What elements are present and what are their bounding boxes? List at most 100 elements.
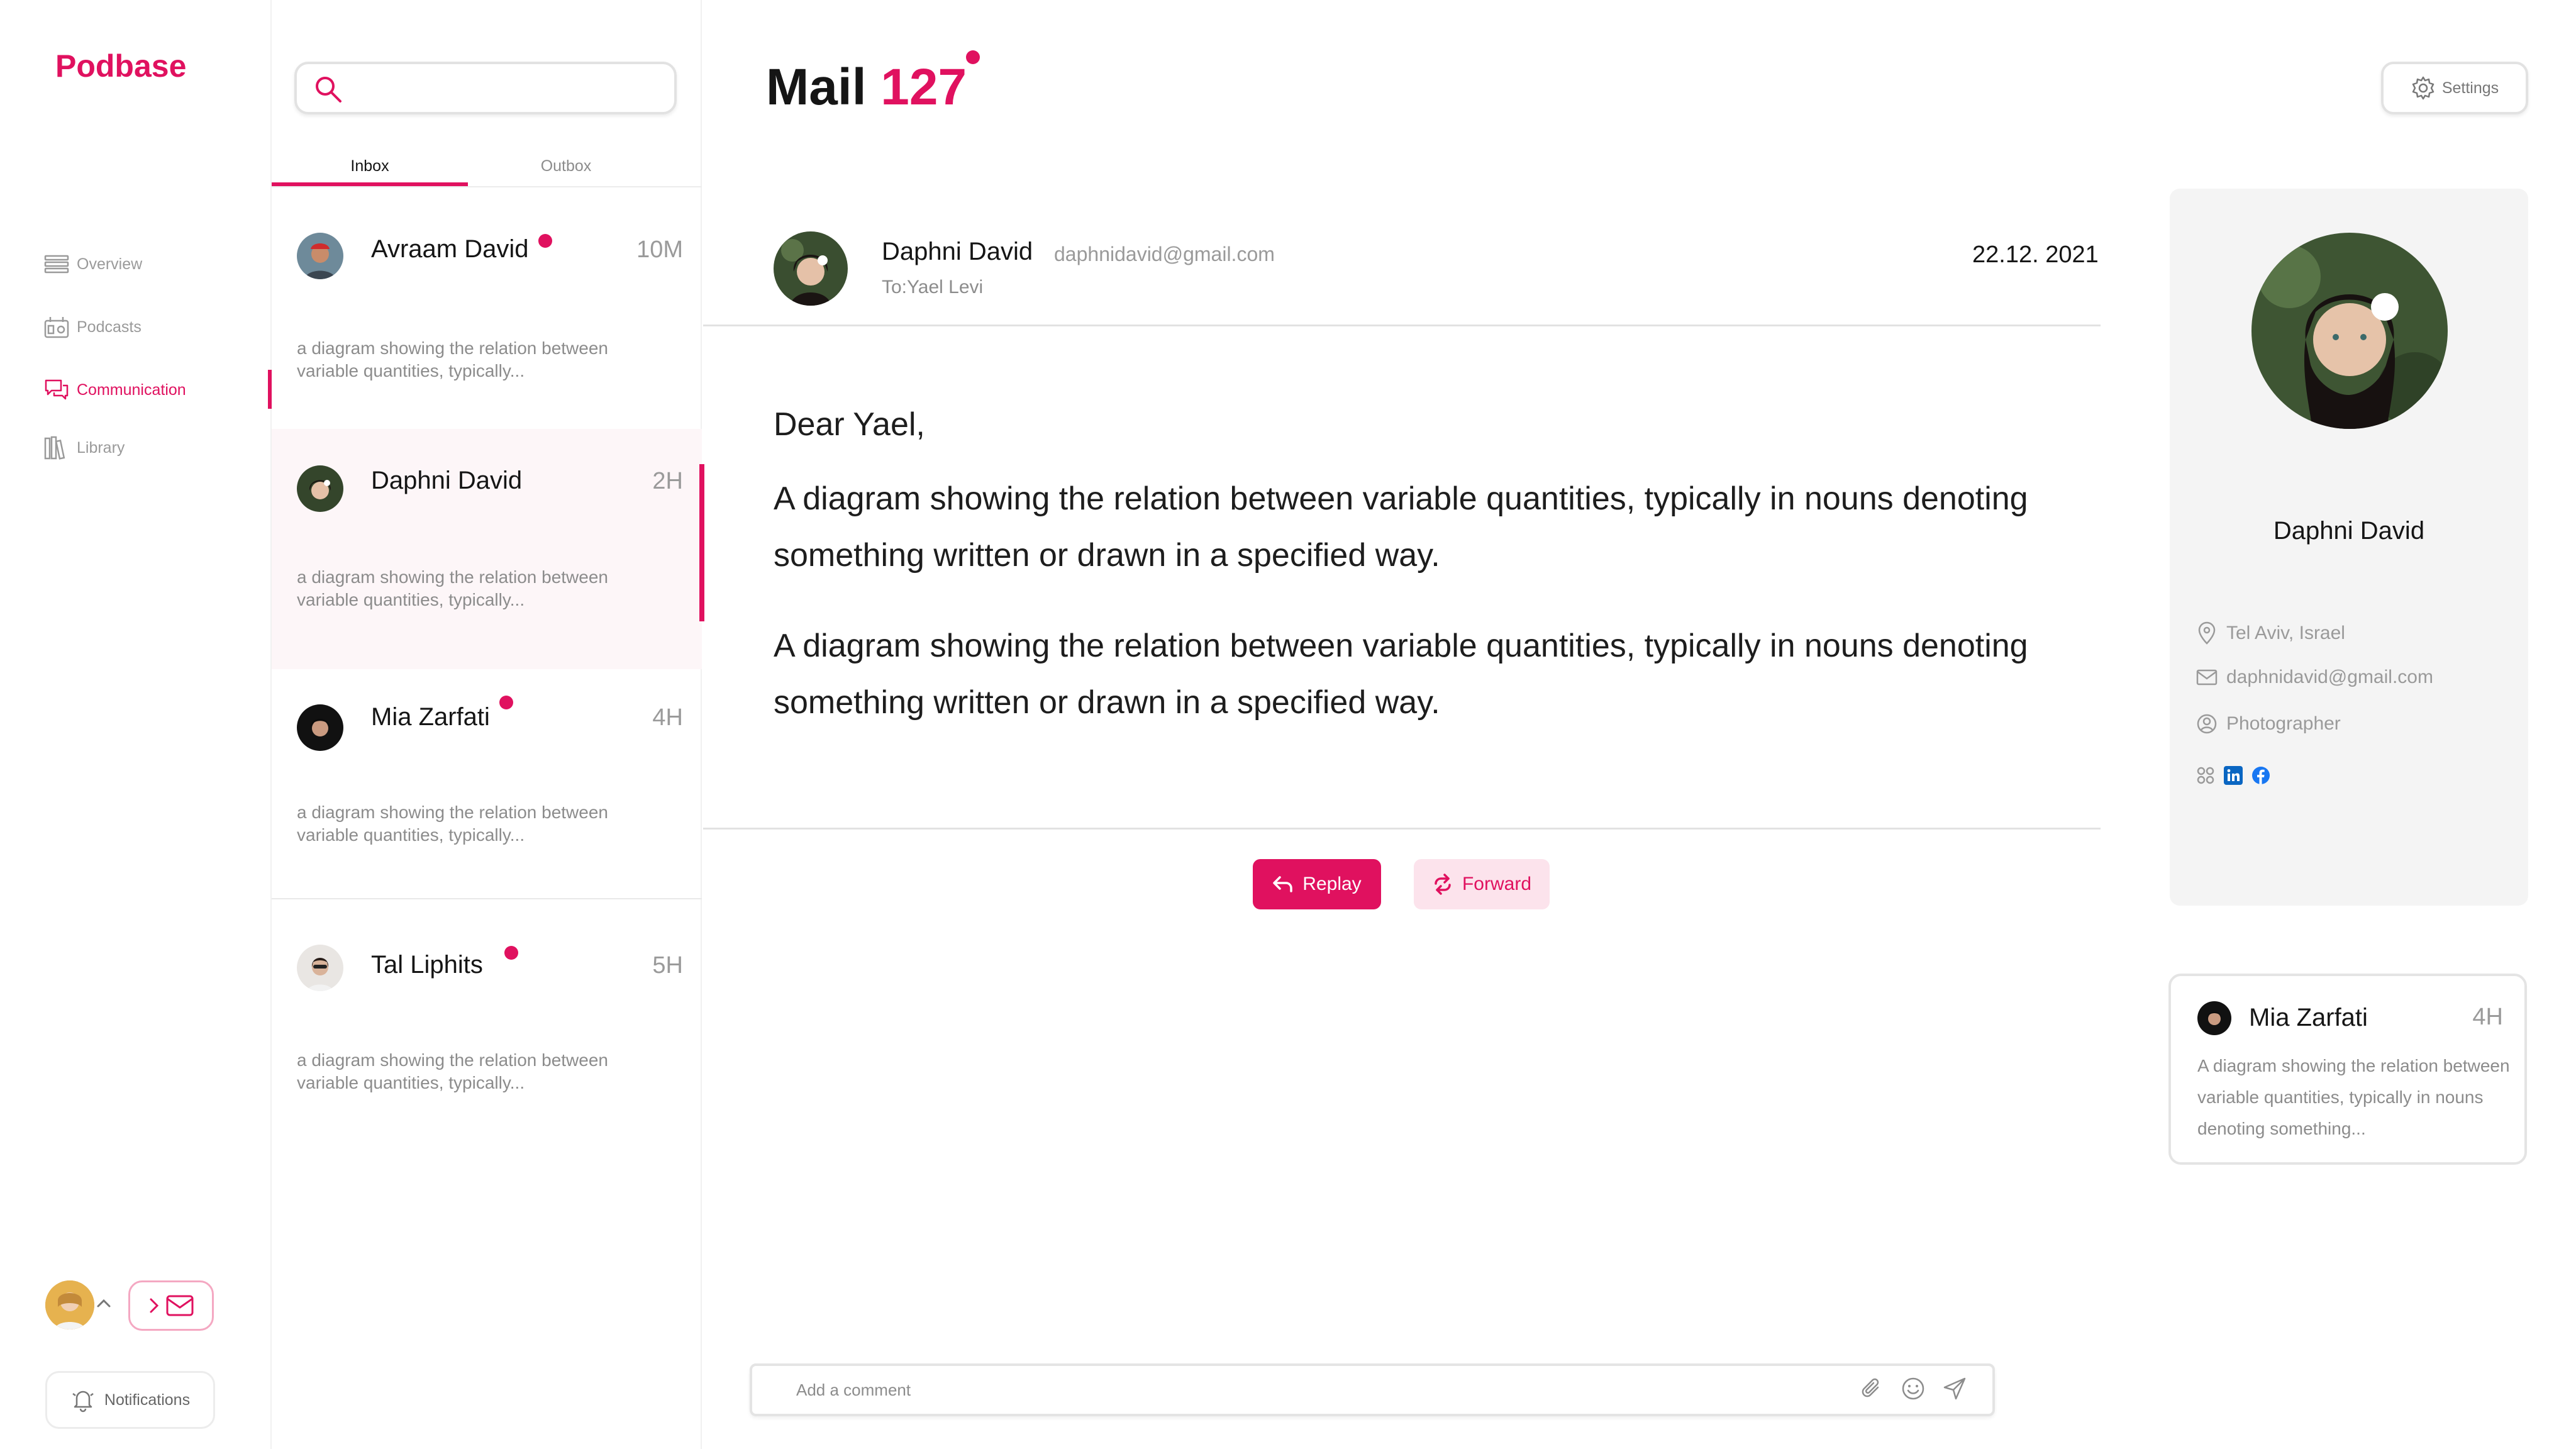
card-time: 4H bbox=[2472, 1004, 2503, 1030]
linkedin-icon[interactable] bbox=[2224, 766, 2243, 785]
avatar bbox=[2197, 1001, 2231, 1035]
card-sender-name: Mia Zarfati bbox=[2249, 1004, 2368, 1031]
nav-item-podcasts[interactable]: Podcasts bbox=[44, 308, 142, 346]
tab-outbox[interactable]: Outbox bbox=[468, 157, 664, 175]
social-links bbox=[2196, 766, 2270, 785]
comment-actions bbox=[1859, 1376, 1967, 1401]
search-input[interactable] bbox=[294, 62, 677, 114]
settings-label: Settings bbox=[2441, 79, 2499, 97]
message-preview: a diagram showing the relation between v… bbox=[297, 338, 608, 380]
reply-icon bbox=[1272, 875, 1294, 894]
mail-icon bbox=[166, 1295, 194, 1316]
chevron-right-icon bbox=[148, 1297, 160, 1314]
message-list-panel: Inbox Outbox Avraam David 10M a diagram … bbox=[272, 0, 702, 1449]
forward-label: Forward bbox=[1462, 874, 1532, 894]
send-icon[interactable] bbox=[1942, 1376, 1967, 1401]
email-recipient: To:Yael Levi bbox=[882, 277, 984, 297]
message-item-daphni-david[interactable]: Daphni David 2H a diagram showing the re… bbox=[272, 429, 702, 669]
list-divider bbox=[272, 898, 702, 899]
message-preview: a diagram showing the relation between v… bbox=[297, 567, 608, 609]
mail-count: 127 bbox=[880, 58, 967, 116]
nav-label: Podcasts bbox=[77, 318, 142, 336]
message-item-avraam-david[interactable]: Avraam David 10M a diagram showing the r… bbox=[272, 189, 702, 429]
message-preview: a diagram showing the relation between v… bbox=[297, 1050, 608, 1092]
message-item-mia-zarfati[interactable]: Mia Zarfati 4H a diagram showing the rel… bbox=[272, 669, 702, 909]
contact-profile-card: Daphni David Tel Aviv, Israel daphnidavi… bbox=[2170, 189, 2528, 906]
page-title-text: Mail bbox=[766, 58, 867, 116]
message-time: 5H bbox=[652, 952, 683, 979]
user-avatar[interactable] bbox=[45, 1280, 94, 1330]
nav-label: Library bbox=[77, 438, 125, 457]
sender-name: Daphni David bbox=[371, 467, 523, 494]
message-time: 10M bbox=[636, 236, 683, 263]
apps-icon[interactable] bbox=[2196, 766, 2215, 785]
reply-button[interactable]: Replay bbox=[1253, 859, 1381, 909]
nav-item-library[interactable]: Library bbox=[44, 429, 125, 467]
avatar bbox=[297, 465, 343, 512]
profile-email[interactable]: daphnidavid@gmail.com bbox=[2196, 667, 2433, 688]
compose-mail-button[interactable] bbox=[128, 1280, 214, 1331]
forward-button[interactable]: Forward bbox=[1414, 859, 1550, 909]
notifications-button[interactable]: Notifications bbox=[45, 1371, 215, 1429]
email-date: 22.12. 2021 bbox=[1972, 242, 2099, 268]
email-sender-address[interactable]: daphnidavid@gmail.com bbox=[1054, 243, 1275, 266]
library-icon bbox=[44, 436, 69, 460]
email-sender-name[interactable]: Daphni David bbox=[882, 238, 1033, 266]
nav-item-overview[interactable]: Overview bbox=[44, 245, 142, 283]
sidebar: Podbase Overview Podcasts Communication … bbox=[0, 0, 272, 1449]
message-time: 4H bbox=[652, 704, 683, 731]
comment-input[interactable] bbox=[796, 1377, 1740, 1402]
unread-dot bbox=[966, 50, 980, 64]
unread-dot bbox=[499, 696, 513, 709]
user-icon bbox=[2196, 713, 2218, 735]
tab-active-indicator bbox=[272, 182, 468, 186]
list-icon bbox=[44, 255, 69, 274]
podcast-icon bbox=[44, 316, 69, 338]
notifications-label: Notifications bbox=[104, 1391, 191, 1409]
selected-message-indicator bbox=[699, 464, 704, 621]
email-paragraph: A diagram showing the relation between v… bbox=[774, 628, 2028, 721]
email-body: Dear Yael, A diagram showing the relatio… bbox=[774, 396, 2069, 765]
location-text: Tel Aviv, Israel bbox=[2226, 623, 2345, 643]
avatar bbox=[297, 945, 343, 991]
tab-inbox[interactable]: Inbox bbox=[272, 157, 468, 175]
attachment-icon[interactable] bbox=[1859, 1376, 1884, 1401]
sender-name: Avraam David bbox=[371, 235, 529, 263]
nav-label: Communication bbox=[77, 380, 186, 399]
sender-name: Tal Liphits bbox=[371, 951, 483, 979]
gear-icon bbox=[2411, 75, 2436, 101]
chat-icon bbox=[44, 379, 69, 401]
email-header-divider bbox=[703, 325, 2101, 326]
sender-avatar[interactable] bbox=[774, 231, 848, 306]
app-logo[interactable]: Podbase bbox=[55, 48, 186, 84]
settings-button[interactable]: Settings bbox=[2381, 62, 2528, 114]
profile-occupation: Photographer bbox=[2196, 713, 2341, 735]
sender-name: Mia Zarfati bbox=[371, 703, 490, 731]
emoji-icon[interactable] bbox=[1901, 1376, 1926, 1401]
message-preview-card[interactable]: Mia Zarfati 4H A diagram showing the rel… bbox=[2168, 974, 2527, 1165]
message-time: 2H bbox=[652, 468, 683, 494]
email-footer-divider bbox=[703, 828, 2101, 830]
email-paragraph: A diagram showing the relation between v… bbox=[774, 480, 2028, 574]
chevron-up-icon[interactable] bbox=[96, 1297, 112, 1309]
avatar bbox=[297, 704, 343, 751]
facebook-icon[interactable] bbox=[2251, 766, 2270, 785]
profile-name: Daphni David bbox=[2273, 517, 2425, 545]
message-preview: a diagram showing the relation between v… bbox=[297, 802, 608, 845]
profile-avatar bbox=[2251, 233, 2448, 429]
mail-icon bbox=[2196, 668, 2218, 687]
unread-dot bbox=[504, 946, 518, 960]
nav-label: Overview bbox=[77, 255, 143, 273]
nav-item-communication[interactable]: Communication bbox=[44, 371, 186, 409]
profile-location: Tel Aviv, Israel bbox=[2196, 621, 2345, 645]
avatar bbox=[297, 233, 343, 279]
reply-label: Replay bbox=[1302, 874, 1362, 894]
tabs-divider bbox=[272, 186, 702, 187]
card-preview-text: A diagram showing the relation between v… bbox=[2197, 1056, 2510, 1138]
message-item-tal-liphits[interactable]: Tal Liphits 5H a diagram showing the rel… bbox=[272, 909, 702, 1150]
email-greeting: Dear Yael, bbox=[774, 406, 925, 443]
location-pin-icon bbox=[2196, 621, 2218, 645]
search-icon bbox=[313, 74, 343, 104]
comment-box bbox=[750, 1363, 1995, 1416]
email-text: daphnidavid@gmail.com bbox=[2226, 667, 2433, 687]
